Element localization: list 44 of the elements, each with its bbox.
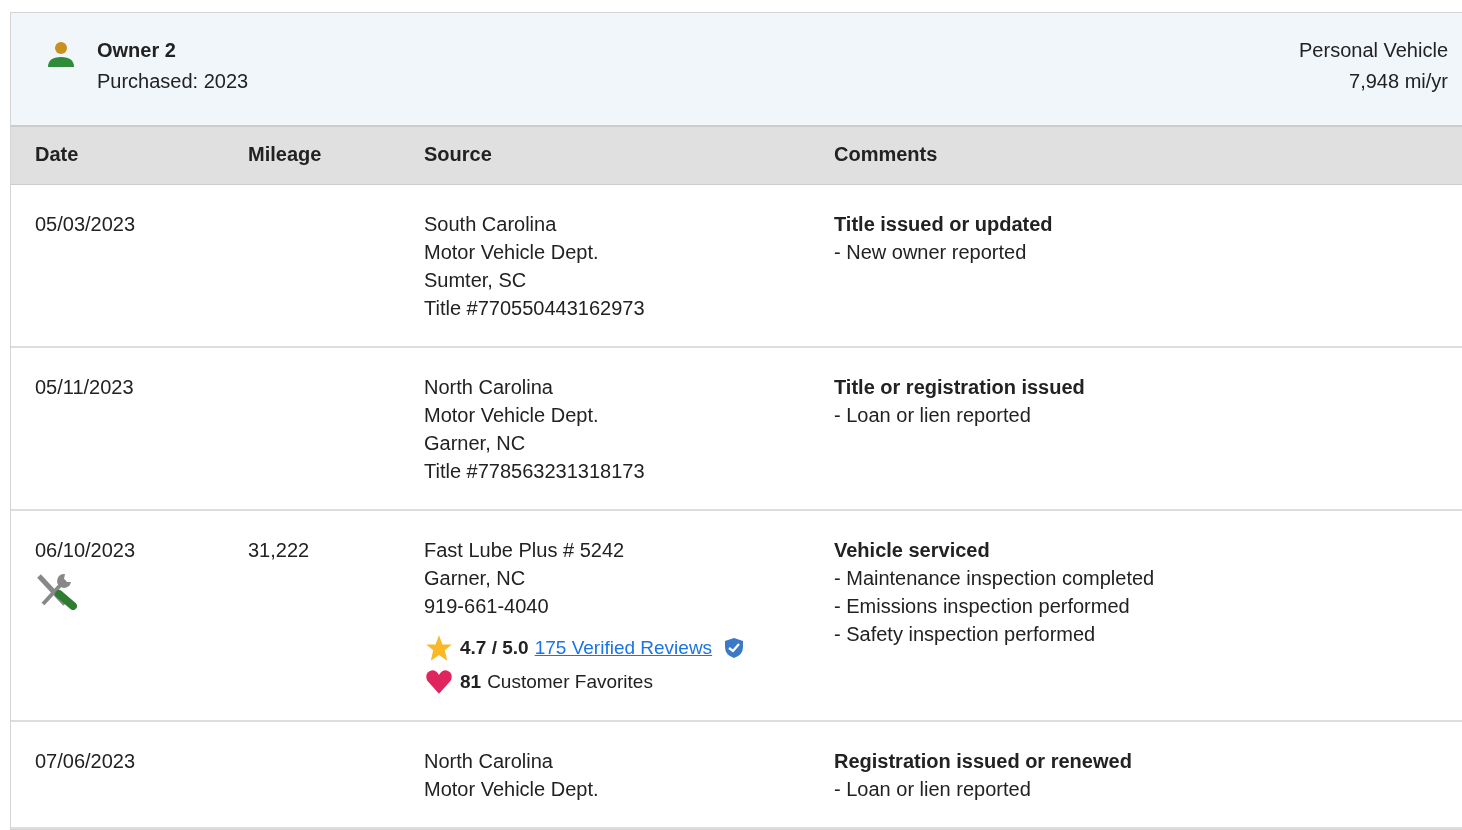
source-line: Garner, NC — [424, 431, 527, 456]
comment-title: Title or registration issued — [834, 375, 1086, 400]
column-header: Mileage — [248, 142, 323, 167]
source-line: Motor Vehicle Dept. — [424, 403, 600, 428]
source-line: Motor Vehicle Dept. — [424, 777, 600, 802]
source-line: North Carolina — [424, 375, 554, 400]
column-header: Source — [424, 142, 493, 167]
comment-line: - New owner reported — [834, 240, 1028, 265]
source-line: Title #778563231318173 — [424, 459, 646, 484]
favorites-label: Customer Favorites — [487, 670, 653, 694]
star-icon — [424, 634, 454, 662]
rating-score: 4.7 / 5.0 — [460, 636, 529, 660]
purchase-year: Purchased: 2023 — [97, 70, 249, 93]
date-cell-text: 06/10/2023 — [35, 538, 137, 563]
verified-shield-icon — [724, 637, 745, 659]
vehicle-usage: Personal Vehicle — [1299, 39, 1448, 62]
date-cell-text: 07/06/2023 — [35, 749, 137, 774]
comment-line: - Emissions inspection performed — [834, 594, 1131, 619]
date-cell-text: 05/11/2023 — [35, 375, 135, 400]
source-line: 919-661-4040 — [424, 594, 550, 619]
source-line: Title #770550443162973 — [424, 296, 646, 321]
source-line: North Carolina — [424, 749, 554, 774]
annual-mileage: 7,948 mi/yr — [1349, 70, 1448, 93]
column-header: Comments — [834, 142, 939, 167]
owner-name: Owner 2 — [97, 39, 177, 62]
favorites-count: 81 — [460, 670, 482, 694]
person-icon — [47, 41, 75, 67]
source-line: Motor Vehicle Dept. — [424, 240, 600, 265]
comment-title: Registration issued or renewed — [834, 749, 1133, 774]
date-cell-text: 05/03/2023 — [35, 212, 137, 237]
comment-line: - Maintenance inspection completed — [834, 566, 1156, 591]
comment-line: - Safety inspection performed — [834, 622, 1097, 647]
mileage-cell-text: 31,222 — [248, 538, 311, 563]
source-line: South Carolina — [424, 212, 558, 237]
source-line: Sumter, SC — [424, 268, 528, 293]
comment-line: - Loan or lien reported — [834, 777, 1032, 802]
reviews-link[interactable]: 175 Verified Reviews — [534, 634, 713, 662]
comment-line: - Loan or lien reported — [834, 403, 1032, 428]
comment-title: Title issued or updated — [834, 212, 1054, 237]
source-line: Fast Lube Plus # 5242 — [424, 538, 626, 563]
source-line: Garner, NC — [424, 566, 527, 591]
comment-title: Vehicle serviced — [834, 538, 991, 563]
column-header: Date — [35, 142, 80, 167]
heart-icon — [424, 668, 454, 696]
